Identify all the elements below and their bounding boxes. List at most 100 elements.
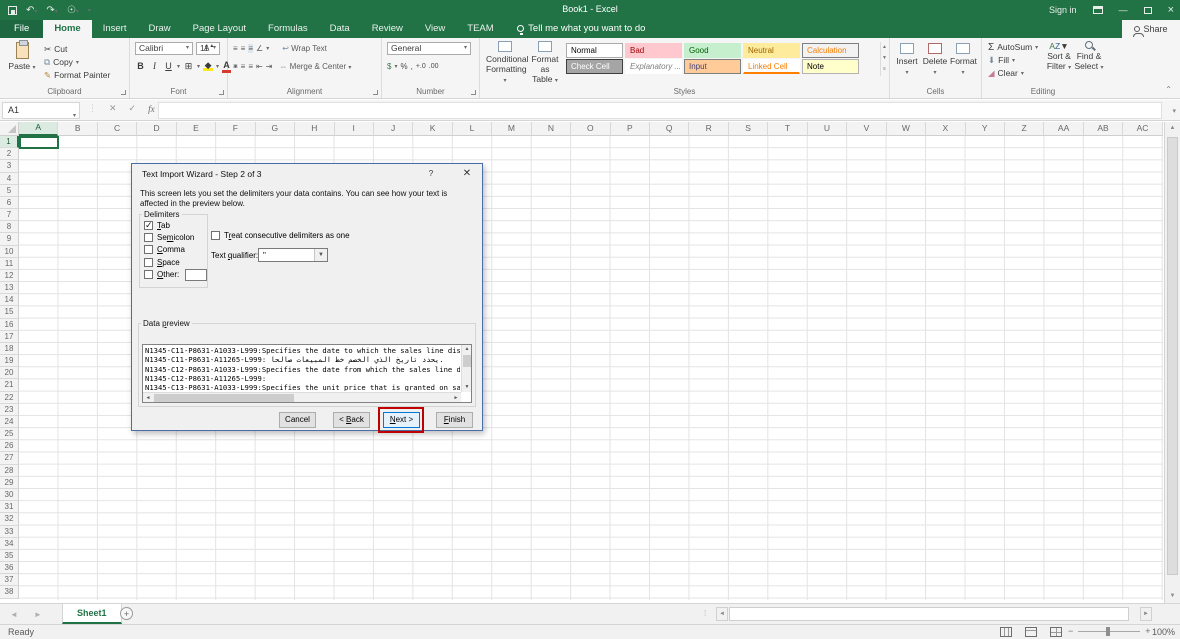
row-header-19[interactable]: 19 (0, 355, 19, 367)
cancel-entry-icon[interactable]: ✕ (109, 103, 117, 114)
scroll-up-icon[interactable]: ▲ (1165, 122, 1180, 135)
row-header-28[interactable]: 28 (0, 465, 19, 477)
style-good[interactable]: Good (684, 43, 741, 58)
delimiter-space-checkbox[interactable]: Space (140, 256, 207, 268)
borders-button[interactable]: ⊞ (183, 61, 194, 72)
ribbon-tab-review[interactable]: Review (361, 20, 414, 38)
preview-scroll-up-icon[interactable]: ▲ (462, 345, 472, 354)
alignment-dialog-launcher[interactable] (373, 90, 378, 95)
underline-button[interactable]: U (163, 61, 174, 71)
text-qualifier-dropdown[interactable]: " ▼ (258, 248, 328, 262)
font-dialog-launcher[interactable] (219, 90, 224, 95)
page-break-view-icon[interactable] (1050, 627, 1062, 637)
column-header-c[interactable]: C (98, 122, 137, 136)
row-header-1[interactable]: 1 (0, 136, 19, 148)
preview-hscroll-thumb[interactable] (154, 394, 294, 402)
name-box[interactable]: A1▾ (2, 102, 80, 119)
style-note[interactable]: Note (802, 59, 859, 74)
page-layout-view-icon[interactable] (1025, 627, 1037, 637)
expand-formula-bar-icon[interactable]: ▾ (1172, 107, 1176, 115)
font-name-combo[interactable]: Calibri▾ (135, 42, 193, 55)
row-header-16[interactable]: 16 (0, 319, 19, 331)
next-button[interactable]: Next > (383, 412, 420, 428)
dialog-close-button[interactable]: ✕ (452, 164, 482, 184)
column-header-s[interactable]: S (729, 122, 768, 136)
style-neutral[interactable]: Neutral (743, 43, 800, 58)
wrap-text-button[interactable]: ↩ Wrap Text (282, 44, 327, 53)
normal-view-icon[interactable] (1000, 627, 1012, 637)
row-header-3[interactable]: 3 (0, 160, 19, 172)
sign-in-button[interactable]: Sign in (1049, 5, 1077, 15)
other-delimiter-input[interactable] (185, 269, 207, 281)
preview-scroll-right-icon[interactable]: ► (451, 394, 461, 403)
row-header-34[interactable]: 34 (0, 538, 19, 550)
conditional-formatting-button[interactable]: ConditionalFormatting ▾ (486, 41, 524, 86)
scroll-right-icon[interactable]: ► (1140, 607, 1152, 621)
enter-entry-icon[interactable]: ✓ (129, 103, 137, 114)
zoom-out-icon[interactable]: − (1068, 626, 1073, 636)
orientation-icon[interactable]: ∠ (256, 44, 263, 53)
copy-button[interactable]: ⧉Copy ▾ (44, 56, 79, 68)
selected-cell-a1[interactable] (19, 136, 59, 149)
collapse-ribbon-icon[interactable]: ⌃ (1165, 85, 1172, 94)
dialog-help-button[interactable]: ? (422, 164, 440, 184)
column-header-z[interactable]: Z (1005, 122, 1044, 136)
zoom-in-icon[interactable]: + (1145, 626, 1150, 636)
formula-input[interactable] (158, 102, 1162, 119)
ribbon-tab-page-layout[interactable]: Page Layout (182, 20, 257, 38)
new-sheet-button[interactable]: + (120, 607, 133, 620)
number-format-combo[interactable]: General▾ (387, 42, 471, 55)
align-center-icon[interactable]: ≡ (241, 62, 246, 71)
insert-cells-button[interactable]: Insert▾ (894, 43, 920, 76)
decrease-indent-icon[interactable]: ⇤ (256, 62, 263, 71)
column-header-ab[interactable]: AB (1084, 122, 1123, 136)
style-check-cell[interactable]: Check Cell (566, 59, 623, 74)
delete-cells-button[interactable]: Delete▾ (922, 43, 948, 76)
delimiter-tab-checkbox[interactable]: Tab (140, 219, 207, 231)
style-normal[interactable]: Normal (566, 43, 623, 58)
tab-splitter-handle[interactable]: ⁞ (704, 609, 706, 618)
column-header-n[interactable]: N (532, 122, 571, 136)
row-header-4[interactable]: 4 (0, 173, 19, 185)
style-input[interactable]: Input (684, 59, 741, 74)
preview-vertical-scrollbar[interactable]: ▲ ▼ (461, 345, 471, 392)
treat-consecutive-box[interactable] (211, 231, 220, 240)
decrease-decimal-icon[interactable]: .00 (429, 63, 439, 70)
row-header-27[interactable]: 27 (0, 452, 19, 464)
row-header-14[interactable]: 14 (0, 294, 19, 306)
sheet-nav-arrows[interactable]: ◄► (10, 610, 58, 619)
row-header-24[interactable]: 24 (0, 416, 19, 428)
delimiter-space-box[interactable] (144, 258, 153, 267)
preview-vscroll-thumb[interactable] (463, 355, 471, 367)
row-header-26[interactable]: 26 (0, 440, 19, 452)
styles-gallery-scroll[interactable]: ▲▼≡ (880, 42, 888, 76)
row-header-20[interactable]: 20 (0, 367, 19, 379)
column-header-u[interactable]: U (808, 122, 847, 136)
fill-button[interactable]: ⬇Fill ▾ (988, 54, 1015, 66)
cut-button[interactable]: ✂Cut (44, 43, 67, 55)
delimiter-tab-box[interactable] (144, 221, 153, 230)
sheet-tab-sheet1[interactable]: Sheet1 (62, 604, 122, 624)
delimiter-comma-checkbox[interactable]: Comma (140, 244, 207, 256)
style-bad[interactable]: Bad (625, 43, 682, 58)
delimiter-semicolon-checkbox[interactable]: Semicolon (140, 231, 207, 243)
column-header-j[interactable]: J (374, 122, 413, 136)
tell-me-box[interactable]: Tell me what you want to do (517, 23, 645, 34)
chevron-down-icon[interactable]: ▼ (314, 249, 327, 261)
align-top-icon[interactable]: ≡ (233, 44, 238, 53)
style-linked-cell[interactable]: Linked Cell (743, 59, 800, 74)
column-header-g[interactable]: G (256, 122, 295, 136)
ribbon-display-options-icon[interactable] (1093, 6, 1103, 14)
preview-scroll-down-icon[interactable]: ▼ (462, 383, 472, 392)
zoom-level[interactable]: 100% (1152, 627, 1175, 637)
align-left-icon[interactable]: ≡ (233, 62, 238, 71)
comma-style-icon[interactable]: , (411, 62, 413, 71)
restore-button[interactable] (1144, 7, 1152, 14)
italic-button[interactable]: I (149, 61, 160, 71)
row-header-35[interactable]: 35 (0, 550, 19, 562)
increase-indent-icon[interactable]: ⇥ (266, 62, 273, 71)
column-header-q[interactable]: Q (650, 122, 689, 136)
row-header-13[interactable]: 13 (0, 282, 19, 294)
column-header-i[interactable]: I (335, 122, 374, 136)
preview-scroll-left-icon[interactable]: ◄ (143, 394, 153, 403)
